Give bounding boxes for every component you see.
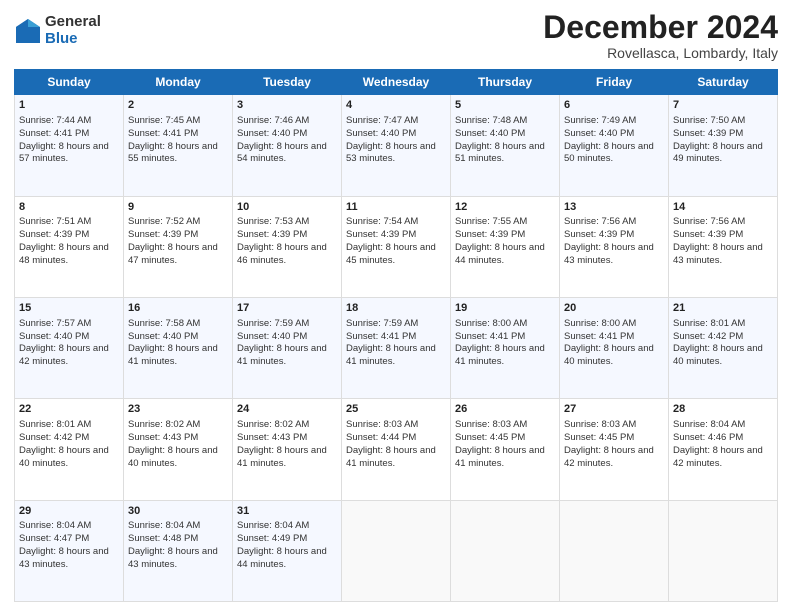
calendar-cell: 16Sunrise: 7:58 AMSunset: 4:40 PMDayligh… [124, 297, 233, 398]
calendar-cell [560, 500, 669, 601]
day-number: 1 [19, 98, 119, 113]
day-number: 6 [564, 98, 664, 113]
calendar-table: SundayMondayTuesdayWednesdayThursdayFrid… [14, 69, 778, 602]
calendar-cell: 29Sunrise: 8:04 AMSunset: 4:47 PMDayligh… [15, 500, 124, 601]
header-saturday: Saturday [669, 70, 778, 95]
calendar-cell: 19Sunrise: 8:00 AMSunset: 4:41 PMDayligh… [451, 297, 560, 398]
calendar-cell: 20Sunrise: 8:00 AMSunset: 4:41 PMDayligh… [560, 297, 669, 398]
header-wednesday: Wednesday [342, 70, 451, 95]
day-number: 21 [673, 301, 773, 316]
calendar-cell: 23Sunrise: 8:02 AMSunset: 4:43 PMDayligh… [124, 399, 233, 500]
calendar-cell [669, 500, 778, 601]
day-number: 7 [673, 98, 773, 113]
day-number: 19 [455, 301, 555, 316]
day-number: 20 [564, 301, 664, 316]
calendar-cell: 7Sunrise: 7:50 AMSunset: 4:39 PMDaylight… [669, 95, 778, 196]
calendar-cell: 12Sunrise: 7:55 AMSunset: 4:39 PMDayligh… [451, 196, 560, 297]
day-number: 14 [673, 200, 773, 215]
logo-text: General Blue [45, 14, 101, 47]
logo-icon [14, 17, 42, 45]
header-friday: Friday [560, 70, 669, 95]
day-number: 26 [455, 402, 555, 417]
day-number: 11 [346, 200, 446, 215]
day-number: 10 [237, 200, 337, 215]
day-number: 17 [237, 301, 337, 316]
calendar-cell: 1Sunrise: 7:44 AMSunset: 4:41 PMDaylight… [15, 95, 124, 196]
day-number: 27 [564, 402, 664, 417]
calendar-week-row: 22Sunrise: 8:01 AMSunset: 4:42 PMDayligh… [15, 399, 778, 500]
page: General Blue December 2024 Rovellasca, L… [0, 0, 792, 612]
calendar-week-row: 1Sunrise: 7:44 AMSunset: 4:41 PMDaylight… [15, 95, 778, 196]
calendar-cell: 5Sunrise: 7:48 AMSunset: 4:40 PMDaylight… [451, 95, 560, 196]
calendar-week-row: 15Sunrise: 7:57 AMSunset: 4:40 PMDayligh… [15, 297, 778, 398]
day-number: 29 [19, 504, 119, 519]
calendar-cell: 4Sunrise: 7:47 AMSunset: 4:40 PMDaylight… [342, 95, 451, 196]
calendar-cell: 24Sunrise: 8:02 AMSunset: 4:43 PMDayligh… [233, 399, 342, 500]
calendar-cell: 8Sunrise: 7:51 AMSunset: 4:39 PMDaylight… [15, 196, 124, 297]
day-number: 23 [128, 402, 228, 417]
day-number: 28 [673, 402, 773, 417]
calendar-cell: 6Sunrise: 7:49 AMSunset: 4:40 PMDaylight… [560, 95, 669, 196]
calendar-cell [342, 500, 451, 601]
month-title: December 2024 [543, 10, 778, 45]
calendar-cell: 21Sunrise: 8:01 AMSunset: 4:42 PMDayligh… [669, 297, 778, 398]
calendar-cell: 14Sunrise: 7:56 AMSunset: 4:39 PMDayligh… [669, 196, 778, 297]
calendar-cell: 31Sunrise: 8:04 AMSunset: 4:49 PMDayligh… [233, 500, 342, 601]
calendar-cell: 15Sunrise: 7:57 AMSunset: 4:40 PMDayligh… [15, 297, 124, 398]
calendar-week-row: 8Sunrise: 7:51 AMSunset: 4:39 PMDaylight… [15, 196, 778, 297]
day-number: 31 [237, 504, 337, 519]
header-tuesday: Tuesday [233, 70, 342, 95]
day-number: 16 [128, 301, 228, 316]
logo-general-text: General [45, 14, 101, 31]
day-number: 22 [19, 402, 119, 417]
day-number: 5 [455, 98, 555, 113]
day-number: 24 [237, 402, 337, 417]
location: Rovellasca, Lombardy, Italy [543, 45, 778, 61]
day-number: 18 [346, 301, 446, 316]
calendar-cell: 10Sunrise: 7:53 AMSunset: 4:39 PMDayligh… [233, 196, 342, 297]
day-number: 9 [128, 200, 228, 215]
logo: General Blue [14, 14, 101, 47]
calendar-cell: 11Sunrise: 7:54 AMSunset: 4:39 PMDayligh… [342, 196, 451, 297]
calendar-cell: 26Sunrise: 8:03 AMSunset: 4:45 PMDayligh… [451, 399, 560, 500]
day-number: 4 [346, 98, 446, 113]
calendar-cell: 18Sunrise: 7:59 AMSunset: 4:41 PMDayligh… [342, 297, 451, 398]
calendar-cell: 22Sunrise: 8:01 AMSunset: 4:42 PMDayligh… [15, 399, 124, 500]
calendar-header-row: SundayMondayTuesdayWednesdayThursdayFrid… [15, 70, 778, 95]
day-number: 2 [128, 98, 228, 113]
day-number: 15 [19, 301, 119, 316]
calendar-cell: 30Sunrise: 8:04 AMSunset: 4:48 PMDayligh… [124, 500, 233, 601]
day-number: 12 [455, 200, 555, 215]
day-number: 8 [19, 200, 119, 215]
calendar-week-row: 29Sunrise: 8:04 AMSunset: 4:47 PMDayligh… [15, 500, 778, 601]
calendar-cell: 13Sunrise: 7:56 AMSunset: 4:39 PMDayligh… [560, 196, 669, 297]
day-number: 3 [237, 98, 337, 113]
calendar-cell: 17Sunrise: 7:59 AMSunset: 4:40 PMDayligh… [233, 297, 342, 398]
calendar-cell [451, 500, 560, 601]
calendar-cell: 25Sunrise: 8:03 AMSunset: 4:44 PMDayligh… [342, 399, 451, 500]
title-block: December 2024 Rovellasca, Lombardy, Ital… [543, 10, 778, 61]
header-sunday: Sunday [15, 70, 124, 95]
header-thursday: Thursday [451, 70, 560, 95]
day-number: 30 [128, 504, 228, 519]
calendar-cell: 9Sunrise: 7:52 AMSunset: 4:39 PMDaylight… [124, 196, 233, 297]
calendar-cell: 28Sunrise: 8:04 AMSunset: 4:46 PMDayligh… [669, 399, 778, 500]
calendar-cell: 27Sunrise: 8:03 AMSunset: 4:45 PMDayligh… [560, 399, 669, 500]
header: General Blue December 2024 Rovellasca, L… [14, 10, 778, 61]
header-monday: Monday [124, 70, 233, 95]
calendar-cell: 2Sunrise: 7:45 AMSunset: 4:41 PMDaylight… [124, 95, 233, 196]
calendar-cell: 3Sunrise: 7:46 AMSunset: 4:40 PMDaylight… [233, 95, 342, 196]
day-number: 13 [564, 200, 664, 215]
day-number: 25 [346, 402, 446, 417]
logo-blue-text: Blue [45, 31, 101, 48]
